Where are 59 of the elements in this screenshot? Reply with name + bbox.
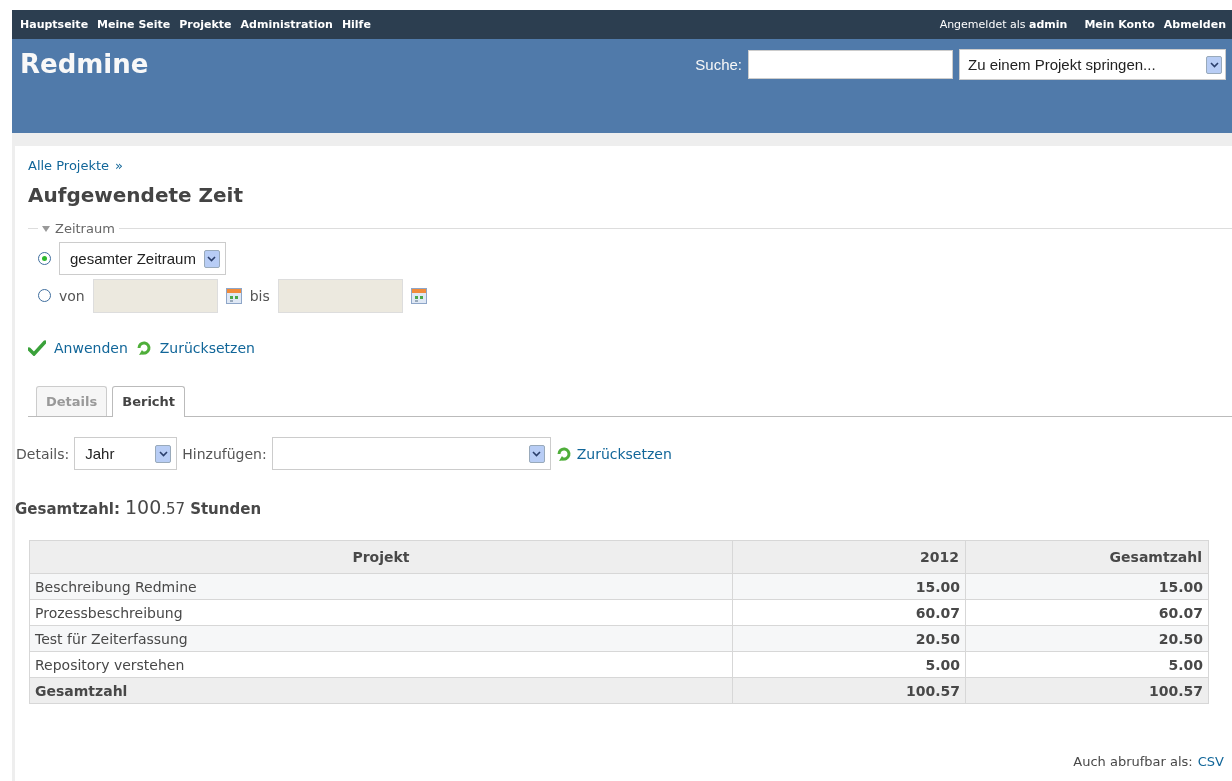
column-header: 2012 [732, 540, 966, 574]
total-cell: 100.57 [732, 677, 966, 704]
csv-link[interactable]: CSV [1197, 754, 1224, 769]
top-menu-link[interactable]: Projekte [179, 18, 232, 31]
reload-icon [555, 445, 572, 462]
radio-button[interactable] [38, 252, 51, 265]
action-link[interactable]: Zurücksetzen [159, 340, 255, 356]
table-cell: 20.50 [965, 625, 1209, 652]
reload-icon [135, 340, 152, 356]
column-header: Projekt [29, 540, 733, 574]
table-cell: Beschreibung Redmine [29, 573, 733, 600]
checkmark-icon [28, 340, 46, 356]
date-field[interactable] [277, 278, 403, 313]
reset-link[interactable]: Zurücksetzen [576, 445, 672, 462]
table-cell: 15.00 [732, 573, 966, 600]
from-label: von [59, 287, 85, 304]
top-menu-link[interactable]: Hilfe [341, 18, 371, 31]
logged-in-text: Angemeldet als admin [939, 18, 1068, 31]
total-cell: Gesamtzahl [29, 677, 733, 704]
project-jump-dropdown[interactable]: Zu einem Projekt springen... [959, 49, 1226, 80]
tab[interactable]: Bericht [112, 386, 186, 417]
table-cell: Test für Zeiterfassung [29, 625, 733, 652]
column-header: Gesamtzahl [965, 540, 1209, 574]
total-cell: 100.57 [965, 677, 1209, 704]
action-link[interactable]: Anwenden [54, 340, 128, 356]
table-cell: 5.00 [965, 651, 1209, 678]
table-cell: 60.07 [965, 599, 1209, 626]
search-label: Suche: [695, 56, 742, 73]
table-cell: 60.07 [732, 599, 966, 626]
table-cell: Repository verstehen [29, 651, 733, 678]
hours-unit: Stunden [190, 500, 262, 518]
total-hours: 100.57 [125, 496, 186, 518]
table-cell: Prozessbeschreibung [29, 599, 733, 626]
top-menu-link[interactable]: Administration [240, 18, 333, 31]
total-label: Gesamtzahl: [15, 500, 120, 518]
expand-triangle-icon[interactable] [42, 225, 50, 232]
details-label: Details: [16, 445, 70, 462]
page-title: Aufgewendete Zeit [28, 183, 245, 207]
top-menu-link[interactable]: Meine Seite [97, 18, 171, 31]
add-label: Hinzufügen: [182, 445, 267, 462]
breadcrumb-link[interactable]: Alle Projekte [28, 158, 110, 173]
date-field[interactable] [92, 278, 218, 313]
calendar-icon[interactable] [225, 287, 242, 304]
details-dropdown[interactable]: Jahr [74, 437, 178, 470]
export-label: Auch abrufbar als: [1073, 754, 1193, 769]
radio-button[interactable] [38, 289, 51, 302]
filter-legend: Zeitraum [55, 221, 115, 236]
calendar-icon[interactable] [410, 287, 427, 304]
site-title: Redmine [20, 49, 149, 79]
account-link[interactable]: Mein Konto [1084, 18, 1155, 31]
account-link[interactable]: Abmelden [1163, 18, 1226, 31]
to-label: bis [249, 287, 270, 304]
period-dropdown[interactable]: gesamter Zeitraum [59, 242, 226, 275]
breadcrumb-separator: » [115, 158, 124, 173]
table-cell: 20.50 [732, 625, 966, 652]
top-menu-link[interactable]: Hauptseite [20, 18, 89, 31]
search-field[interactable] [748, 50, 953, 79]
table-cell: 5.00 [732, 651, 966, 678]
table-cell: 15.00 [965, 573, 1209, 600]
